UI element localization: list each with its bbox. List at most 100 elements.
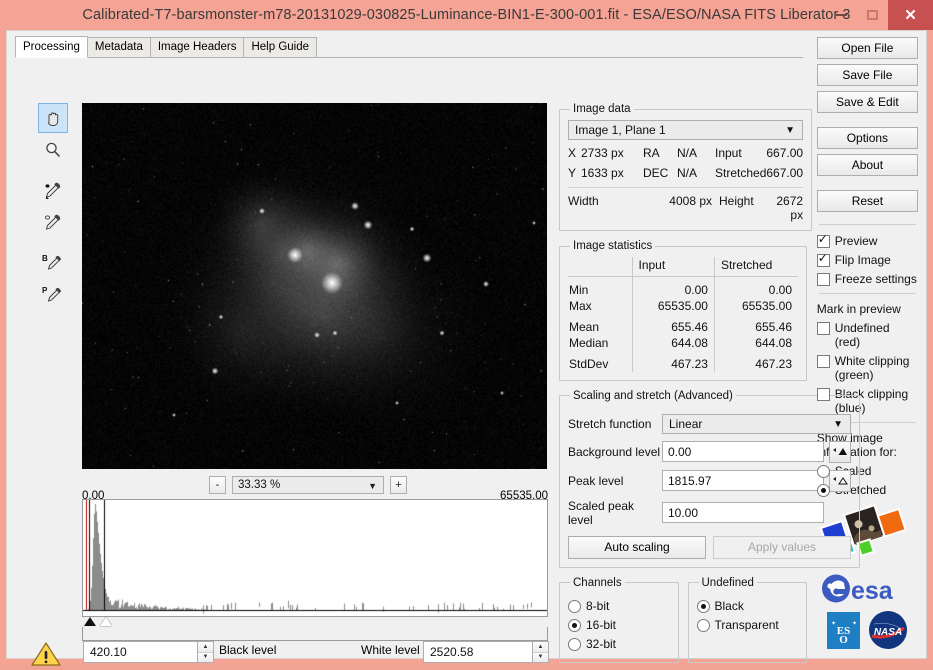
eyedropper-b-icon: B: [42, 252, 64, 272]
white-level-handle[interactable]: [100, 617, 112, 626]
scaling-group: Scaling and stretch (Advanced) Stretch f…: [559, 390, 860, 568]
checkbox-flip-image[interactable]: Flip Image: [817, 253, 918, 267]
table-row: Median 644.08 644.08: [568, 335, 798, 351]
radio-icon: [697, 600, 710, 613]
divider: [568, 187, 803, 188]
checkbox-icon: [817, 322, 830, 335]
zoom-out-button[interactable]: -: [209, 476, 226, 494]
options-button[interactable]: Options: [817, 127, 918, 149]
minimize-button[interactable]: [825, 0, 857, 30]
scaled-peak-row: Scaled peak level: [568, 499, 851, 527]
white-level-label: White level: [361, 643, 420, 657]
zoom-tool-button[interactable]: [38, 135, 68, 165]
radio-32bit[interactable]: 32-bit: [568, 637, 670, 651]
background-picker-button[interactable]: [829, 441, 851, 463]
tab-help-guide[interactable]: Help Guide: [243, 37, 317, 57]
checkbox-white-clipping[interactable]: White clipping (green): [817, 354, 918, 382]
settings-column: Image data Image 1, Plane 1 ▼ X 2733 px …: [559, 103, 807, 663]
white-level-spinner[interactable]: ▲ ▼: [533, 641, 549, 663]
radio-16bit[interactable]: 16-bit: [568, 618, 670, 632]
close-button[interactable]: ✕: [888, 0, 933, 30]
radio-label: 32-bit: [586, 637, 616, 651]
tab-processing[interactable]: Processing: [15, 36, 88, 58]
stat-label: Max: [568, 298, 632, 314]
black-level-field[interactable]: ▲ ▼: [83, 641, 214, 663]
col-input-header: Input: [632, 257, 714, 277]
zoom-level-select[interactable]: 33.33 % ▼: [232, 476, 384, 494]
black-level-input[interactable]: [83, 641, 198, 663]
svg-text:B: B: [42, 254, 48, 263]
histogram-canvas: [83, 500, 547, 616]
stat-stretched: 644.08: [714, 335, 798, 351]
main-pane: Processing Metadata Image Headers Help G…: [7, 31, 809, 658]
client-area: Processing Metadata Image Headers Help G…: [6, 30, 927, 659]
stretch-function-row: Stretch function Linear ▼: [568, 414, 851, 434]
white-level-field[interactable]: ▲ ▼: [423, 641, 549, 663]
statistics-table: Input Stretched Min 0.00 0.00 Max 65535.…: [568, 257, 798, 372]
black-level-spinner[interactable]: ▲ ▼: [198, 641, 214, 663]
histogram-panel[interactable]: [82, 499, 548, 617]
dec-key: DEC: [643, 166, 677, 180]
table-row: Min 0.00 0.00: [568, 282, 798, 298]
svg-text:P: P: [42, 286, 48, 295]
checkbox-undefined-red[interactable]: Undefined (red): [817, 321, 918, 349]
radio-icon: [817, 465, 830, 478]
image-preview[interactable]: [82, 103, 547, 469]
stretch-function-select[interactable]: Linear ▼: [662, 414, 851, 434]
window-controls: ✕: [825, 0, 933, 30]
magnifier-icon: [44, 141, 62, 159]
hand-tool-button[interactable]: [38, 103, 68, 133]
reset-button[interactable]: Reset: [817, 190, 918, 212]
open-file-button[interactable]: Open File: [817, 37, 918, 59]
scaling-button-row: Auto scaling Apply values: [568, 536, 851, 559]
black-picker-tool-button[interactable]: [38, 207, 68, 237]
spin-down-icon[interactable]: ▼: [533, 653, 548, 663]
stretched-value: 667.00: [766, 166, 803, 180]
spin-up-icon[interactable]: ▲: [533, 642, 548, 653]
tool-strip: B P: [38, 103, 72, 311]
spin-down-icon[interactable]: ▼: [198, 653, 213, 663]
spin-up-icon[interactable]: ▲: [198, 642, 213, 653]
filled-triangle-picker-icon: [832, 445, 848, 459]
zoom-level-value: 33.33 %: [238, 479, 280, 491]
y-value: 1633 px: [581, 166, 643, 180]
nasa-logo: NASA: [868, 610, 908, 650]
checkbox-freeze-settings[interactable]: Freeze settings: [817, 272, 918, 286]
background-level-input[interactable]: [662, 441, 824, 462]
peak-picker-button[interactable]: [829, 470, 851, 492]
background-level-label: Background level: [568, 445, 662, 459]
plane-selector[interactable]: Image 1, Plane 1 ▼: [568, 120, 803, 140]
stretched-key: Stretched: [715, 166, 766, 180]
nebula-image: [82, 103, 547, 469]
radio-8bit[interactable]: 8-bit: [568, 599, 670, 613]
auto-scaling-button[interactable]: Auto scaling: [568, 536, 706, 559]
stat-stretched: 655.46: [714, 319, 798, 335]
eso-logo: ES O ✦ ✦: [827, 612, 860, 649]
radio-black[interactable]: Black: [697, 599, 799, 613]
width-value: 4008 px: [640, 194, 712, 222]
black-level-handle[interactable]: [84, 617, 96, 626]
maximize-button[interactable]: [857, 0, 888, 30]
tab-image-headers[interactable]: Image Headers: [150, 37, 245, 57]
peak-level-input[interactable]: [662, 470, 824, 491]
input-key: Input: [715, 146, 766, 160]
radio-transparent[interactable]: Transparent: [697, 618, 799, 632]
tab-metadata[interactable]: Metadata: [87, 37, 151, 57]
scaled-peak-input[interactable]: [662, 502, 824, 523]
channels-group: Channels 8-bit 16-bit 32-bit: [559, 577, 679, 663]
background-picker-tool-button[interactable]: B: [38, 247, 68, 277]
zoom-in-button[interactable]: +: [390, 476, 407, 494]
save-file-button[interactable]: Save File: [817, 64, 918, 86]
about-button[interactable]: About: [817, 154, 918, 176]
checkbox-preview[interactable]: Preview: [817, 234, 918, 248]
eyedropper-p-icon: P: [42, 284, 64, 304]
image-statistics-legend: Image statistics: [570, 240, 655, 252]
input-value: 667.00: [766, 146, 803, 160]
white-picker-tool-button[interactable]: [38, 175, 68, 205]
peak-picker-tool-button[interactable]: P: [38, 279, 68, 309]
application-window: Calibrated-T7-barsmonster-m78-20131029-0…: [0, 0, 933, 665]
outline-triangle-picker-icon: [832, 474, 848, 488]
white-level-input[interactable]: [423, 641, 533, 663]
save-and-edit-button[interactable]: Save & Edit: [817, 91, 918, 113]
radio-icon: [568, 619, 581, 632]
